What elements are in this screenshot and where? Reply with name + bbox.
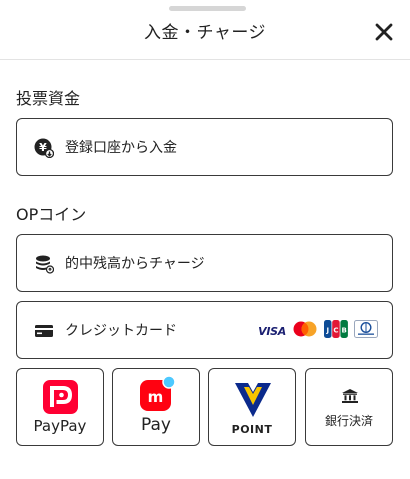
charge-from-winnings-button[interactable]: 的中残高からチャージ [16, 234, 393, 292]
coin-stack-icon [34, 254, 55, 274]
credit-card-icon [34, 321, 54, 341]
v-point-icon [235, 383, 271, 421]
svg-text:B: B [341, 327, 346, 335]
deposit-from-bank-label: 登録口座から入金 [65, 140, 177, 156]
bank-payment-button[interactable]: 銀行決済 [305, 368, 393, 446]
paypay-label: PayPay [33, 417, 87, 435]
deposit-from-bank-button[interactable]: ¥ 登録口座から入金 [16, 118, 393, 176]
drag-handle[interactable] [169, 6, 246, 11]
charge-from-winnings-label: 的中残高からチャージ [65, 256, 205, 272]
mastercard-logo [292, 321, 318, 341]
v-point-label: POINT [231, 423, 273, 436]
paypay-button[interactable]: PayPay [16, 368, 104, 446]
merpay-button[interactable]: m Pay [112, 368, 200, 446]
close-icon[interactable] [372, 20, 396, 44]
credit-card-label: クレジットカード [65, 323, 177, 339]
paypay-icon [43, 380, 78, 418]
svg-text:J: J [325, 327, 329, 335]
v-point-button[interactable]: POINT [208, 368, 296, 446]
bank-icon [342, 388, 358, 407]
jcb-logo: J C B [324, 320, 348, 342]
page-title: 入金・チャージ [144, 23, 266, 43]
visa-logo: VISA [258, 324, 286, 338]
svg-text:m: m [148, 388, 164, 406]
sheet-header: 入金・チャージ [0, 0, 410, 60]
section-label-op-coin: OPコイン [16, 205, 87, 224]
merpay-icon: m [140, 375, 176, 415]
svg-text:C: C [333, 327, 338, 335]
credit-card-button[interactable]: クレジットカード VISA J C B [16, 301, 393, 359]
section-label-betting-funds: 投票資金 [16, 89, 81, 108]
card-brand-logos: VISA J C B [258, 320, 378, 342]
merpay-label: Pay [141, 415, 171, 435]
yen-coin-icon: ¥ [34, 138, 55, 159]
diners-club-logo [354, 320, 378, 342]
bank-payment-label: 銀行決済 [324, 414, 373, 428]
